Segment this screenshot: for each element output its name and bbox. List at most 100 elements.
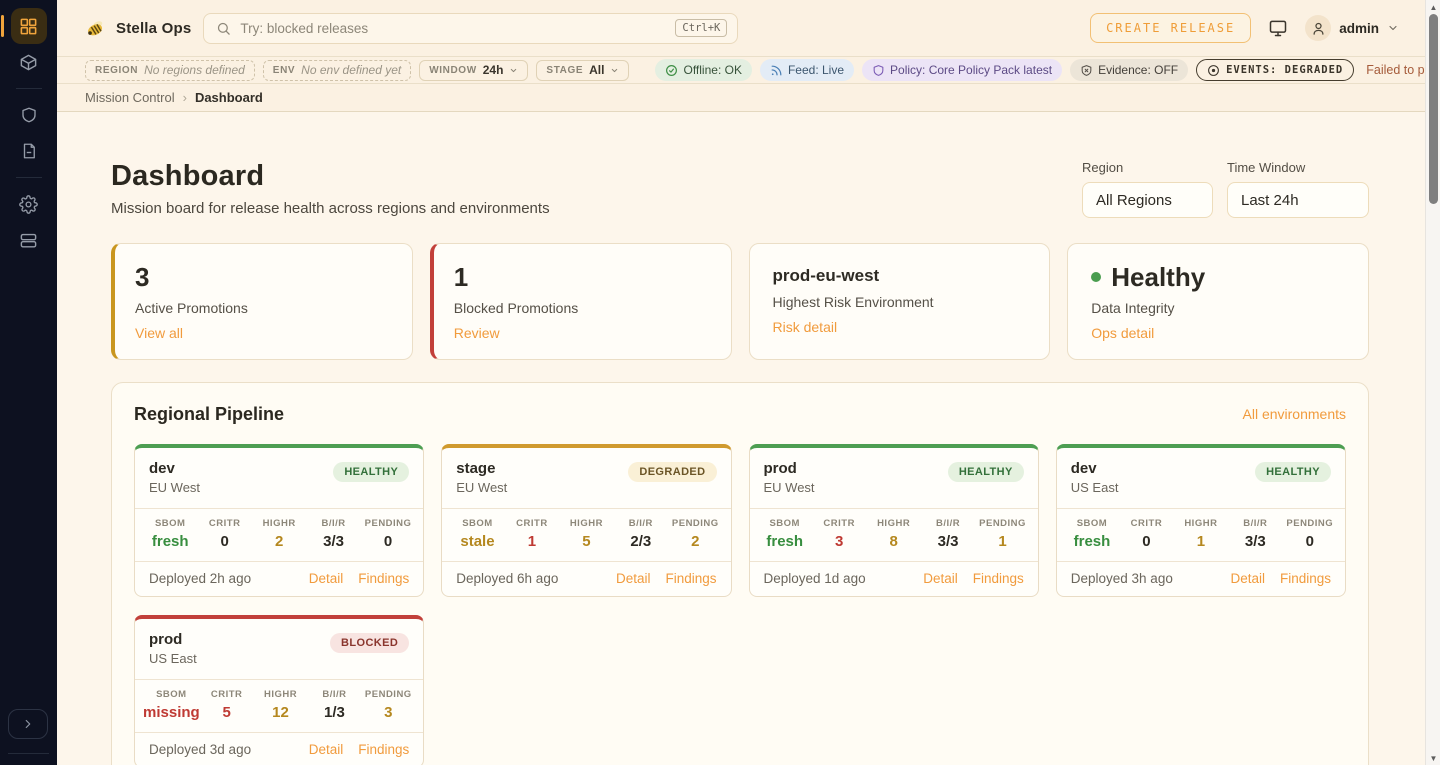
search-input[interactable] <box>240 21 666 36</box>
col-pending: PENDING <box>1283 518 1337 529</box>
col-sbom: SBOM <box>758 518 812 529</box>
monitor-icon[interactable] <box>1268 18 1288 38</box>
col-highr: HIGHR <box>1174 518 1228 529</box>
findings-link[interactable]: Findings <box>1280 571 1331 586</box>
findings-link[interactable]: Findings <box>358 742 409 757</box>
env-name: prod <box>149 631 197 648</box>
bee-logo-icon <box>85 17 107 39</box>
col-bir: B/I/R <box>614 518 668 529</box>
env-region: EU West <box>764 480 815 495</box>
avatar <box>1305 15 1331 41</box>
col-critr: CRITR <box>1119 518 1173 529</box>
scroll-up-arrow[interactable]: ▲ <box>1426 0 1440 14</box>
rss-icon <box>770 64 783 77</box>
time-window-filter-label: Time Window <box>1227 160 1369 175</box>
env-context-pill[interactable]: ENV No env defined yet <box>263 60 411 81</box>
evidence-status-pill[interactable]: Evidence: OFF <box>1070 59 1188 81</box>
findings-link[interactable]: Findings <box>358 571 409 586</box>
events-status-pill[interactable]: EVENTS: DEGRADED <box>1196 59 1354 81</box>
highr-value: 2 <box>252 533 306 550</box>
risk-detail-link[interactable]: Risk detail <box>773 319 838 335</box>
detail-link[interactable]: Detail <box>309 571 344 586</box>
pipeline-card-stats: SBOMmissing CRITR5 HIGHR12 B/I/R1/3 PEND… <box>135 679 423 732</box>
status-dot <box>1091 272 1101 282</box>
app-column: Stella Ops Ctrl+K CREATE RELEASE admin <box>57 0 1425 765</box>
window-dropdown[interactable]: WINDOW 24h <box>419 60 528 81</box>
vertical-scrollbar[interactable]: ▲ ▼ <box>1425 0 1440 765</box>
col-sbom: SBOM <box>143 518 197 529</box>
pipeline-card-stats: SBOMfresh CRITR3 HIGHR8 B/I/R3/3 PENDING… <box>750 508 1038 561</box>
sidebar-item-dashboard[interactable] <box>11 8 47 44</box>
chevron-down-icon <box>1387 22 1399 34</box>
view-all-link[interactable]: View all <box>135 325 183 341</box>
region-select[interactable]: All Regions <box>1082 182 1213 218</box>
pipeline-card: prod US East BLOCKED SBOMmissing CRITR5 … <box>134 615 424 765</box>
col-pending: PENDING <box>668 518 722 529</box>
highr-value: 8 <box>866 533 920 550</box>
bir-value: 3/3 <box>1228 533 1282 550</box>
bir-value: 3/3 <box>306 533 360 550</box>
all-environments-link[interactable]: All environments <box>1243 406 1347 422</box>
window-value: 24h <box>483 63 504 77</box>
stat-label: Blocked Promotions <box>454 300 708 316</box>
detail-link[interactable]: Detail <box>923 571 958 586</box>
stat-value: 3 <box>135 263 389 292</box>
chevron-right-icon: › <box>183 90 187 105</box>
region-pill-value: No regions defined <box>144 63 245 77</box>
status-badge: HEALTHY <box>1255 462 1331 482</box>
env-region: EU West <box>149 480 200 495</box>
package-icon <box>19 53 38 72</box>
detail-link[interactable]: Detail <box>616 571 651 586</box>
ops-detail-link[interactable]: Ops detail <box>1091 325 1154 341</box>
scroll-down-arrow[interactable]: ▼ <box>1426 751 1440 765</box>
global-search[interactable]: Ctrl+K <box>203 13 738 44</box>
sidebar-item-releases[interactable] <box>11 44 47 80</box>
breadcrumb-parent[interactable]: Mission Control <box>85 90 175 105</box>
region-context-pill[interactable]: REGION No regions defined <box>85 60 255 81</box>
stage-dropdown[interactable]: STAGE All <box>536 60 629 81</box>
findings-link[interactable]: Findings <box>665 571 716 586</box>
sidebar-expand-button[interactable] <box>8 709 48 739</box>
check-circle-icon <box>665 64 678 77</box>
evidence-status-text: Evidence: OFF <box>1098 63 1178 77</box>
status-badge: HEALTHY <box>333 462 409 482</box>
findings-link[interactable]: Findings <box>973 571 1024 586</box>
stat-label: Highest Risk Environment <box>773 294 1027 310</box>
pipeline-card-stats: SBOMfresh CRITR0 HIGHR1 B/I/R3/3 PENDING… <box>1057 508 1345 561</box>
feed-status-pill[interactable]: Feed: Live <box>760 59 854 81</box>
create-release-button[interactable]: CREATE RELEASE <box>1090 13 1251 43</box>
review-link[interactable]: Review <box>454 325 500 341</box>
region-filter: Region All Regions <box>1082 160 1213 218</box>
sbom-value: fresh <box>1065 533 1119 550</box>
sbom-value: missing <box>143 704 200 721</box>
detail-link[interactable]: Detail <box>309 742 344 757</box>
pending-value: 0 <box>361 533 415 550</box>
col-highr: HIGHR <box>254 689 308 700</box>
pipeline-card-header: stage EU West DEGRADED <box>442 448 730 508</box>
sidebar-item-documents[interactable] <box>11 133 47 169</box>
time-window-select[interactable]: Last 24h <box>1227 182 1369 218</box>
sidebar-item-security[interactable] <box>11 97 47 133</box>
env-region: US East <box>149 651 197 666</box>
sidebar-item-infrastructure[interactable] <box>11 222 47 258</box>
user-menu[interactable]: admin <box>1305 15 1399 41</box>
policy-status-pill[interactable]: Policy: Core Policy Pack latest <box>862 59 1062 81</box>
col-critr: CRITR <box>505 518 559 529</box>
offline-status-pill[interactable]: Offline: OK <box>655 59 751 81</box>
main-content: Dashboard Mission board for release heal… <box>57 112 1425 765</box>
bir-value: 2/3 <box>614 533 668 550</box>
deployed-time: Deployed 3h ago <box>1071 571 1173 586</box>
panel-header: Regional Pipeline All environments <box>134 404 1346 425</box>
bir-value: 3/3 <box>921 533 975 550</box>
pipeline-card-footer: Deployed 3d ago DetailFindings <box>135 732 423 765</box>
servers-icon <box>19 231 38 250</box>
env-name: stage <box>456 460 507 477</box>
pending-value: 1 <box>975 533 1029 550</box>
feed-status-text: Feed: Live <box>788 63 844 77</box>
detail-link[interactable]: Detail <box>1230 571 1265 586</box>
env-region: EU West <box>456 480 507 495</box>
env-name: prod <box>764 460 815 477</box>
scrollbar-thumb[interactable] <box>1429 14 1438 204</box>
sidebar-item-settings[interactable] <box>11 186 47 222</box>
chevron-down-icon <box>610 66 619 75</box>
